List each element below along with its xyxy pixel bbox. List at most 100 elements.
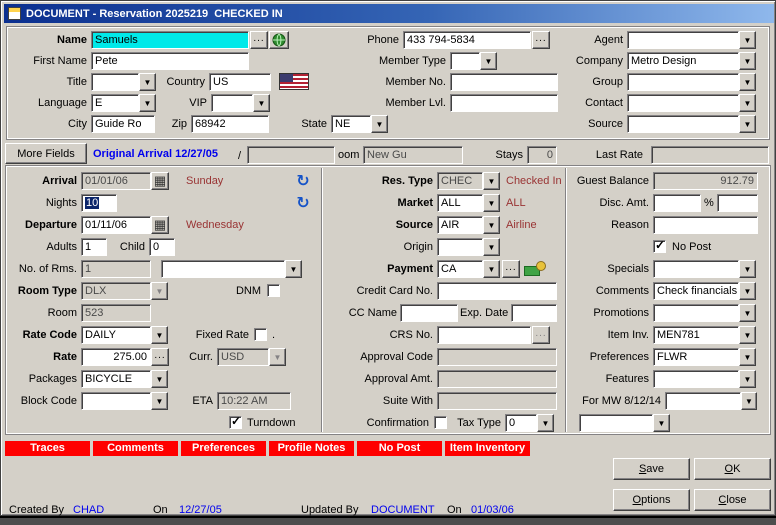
features-input[interactable] bbox=[653, 370, 739, 388]
disc-amt-input[interactable] bbox=[653, 194, 701, 212]
origin-input[interactable] bbox=[437, 238, 483, 256]
block-code-dropdown-button[interactable]: ▼ bbox=[151, 392, 168, 410]
origin-dropdown-button[interactable]: ▼ bbox=[483, 238, 500, 256]
title-input[interactable] bbox=[91, 73, 139, 91]
contact-dropdown-button[interactable]: ▼ bbox=[739, 94, 756, 112]
profile-notes-button[interactable]: Profile Notes bbox=[269, 441, 354, 456]
booking-source-input[interactable]: AIR bbox=[437, 216, 483, 234]
more-fields-button[interactable]: More Fields bbox=[5, 143, 87, 164]
preferences-dropdown-button[interactable]: ▼ bbox=[739, 348, 756, 366]
rate-code-input[interactable]: DAILY bbox=[81, 326, 151, 344]
phone-lookup-button[interactable]: ... bbox=[532, 31, 550, 49]
member-type-input[interactable] bbox=[450, 52, 480, 70]
language-input[interactable]: E bbox=[91, 94, 139, 112]
options-button[interactable]: Options bbox=[613, 489, 690, 511]
item-inv-dropdown-button[interactable]: ▼ bbox=[739, 326, 756, 344]
disc-pct-input[interactable] bbox=[717, 194, 758, 212]
reason-input[interactable] bbox=[653, 216, 758, 234]
tax-type-input[interactable]: 0 bbox=[505, 414, 537, 432]
vip-input[interactable] bbox=[211, 94, 253, 112]
for-mw-dropdown-button[interactable]: ▼ bbox=[741, 392, 757, 410]
no-post-button[interactable]: No Post bbox=[357, 441, 442, 456]
group-input[interactable] bbox=[627, 73, 739, 91]
payment-dropdown-button[interactable]: ▼ bbox=[483, 260, 500, 278]
language-dropdown-button[interactable]: ▼ bbox=[139, 94, 156, 112]
departure-input[interactable]: 01/11/06 bbox=[81, 216, 151, 234]
extra-combo-input[interactable] bbox=[579, 414, 653, 432]
specials-input[interactable] bbox=[653, 260, 739, 278]
nights-input[interactable]: 10 bbox=[81, 194, 117, 212]
refresh-rate-icon[interactable]: ↻ bbox=[293, 171, 313, 191]
state-dropdown-button[interactable]: ▼ bbox=[371, 115, 388, 133]
booking-source-dropdown-button[interactable]: ▼ bbox=[483, 216, 500, 234]
tax-type-dropdown-button[interactable]: ▼ bbox=[537, 414, 554, 432]
country-input[interactable]: US bbox=[209, 73, 271, 91]
phone-input[interactable]: 433 794-5834 bbox=[403, 31, 531, 49]
name-lookup-button[interactable]: ... bbox=[250, 31, 268, 49]
traces-button[interactable]: Traces bbox=[5, 441, 90, 456]
agent-input[interactable] bbox=[627, 31, 739, 49]
ok-button[interactable]: OK bbox=[694, 458, 771, 480]
comments-dropdown-button[interactable]: ▼ bbox=[739, 282, 756, 300]
rooms-combo-input[interactable] bbox=[161, 260, 285, 278]
company-input[interactable]: Metro Design bbox=[627, 52, 739, 70]
extra-combo-dropdown-button[interactable]: ▼ bbox=[653, 414, 670, 432]
credit-card-no-input[interactable] bbox=[437, 282, 557, 300]
confirmation-checkbox[interactable] bbox=[434, 416, 447, 429]
state-input[interactable]: NE bbox=[331, 115, 371, 133]
profile-globe-button[interactable] bbox=[269, 31, 289, 49]
member-type-dropdown-button[interactable]: ▼ bbox=[480, 52, 497, 70]
original-arrival-link[interactable]: Original Arrival 12/27/05 bbox=[93, 145, 243, 163]
child-input[interactable]: 0 bbox=[149, 238, 175, 256]
res-type-dropdown-button[interactable]: ▼ bbox=[483, 172, 500, 190]
block-code-input[interactable] bbox=[81, 392, 151, 410]
rate-code-dropdown-button[interactable]: ▼ bbox=[151, 326, 168, 344]
crs-no-input[interactable] bbox=[437, 326, 531, 344]
rate-lookup-button[interactable]: ... bbox=[151, 348, 169, 366]
turndown-checkbox[interactable] bbox=[229, 416, 242, 429]
promotions-dropdown-button[interactable]: ▼ bbox=[739, 304, 756, 322]
save-button[interactable]: Save bbox=[613, 458, 690, 480]
refresh-nights-icon[interactable]: ↻ bbox=[293, 193, 313, 213]
market-dropdown-button[interactable]: ▼ bbox=[483, 194, 500, 212]
departure-calendar-button[interactable]: ▦ bbox=[151, 216, 169, 234]
first-name-input[interactable]: Pete bbox=[91, 52, 249, 70]
title-dropdown-button[interactable]: ▼ bbox=[139, 73, 156, 91]
contact-input[interactable] bbox=[627, 94, 739, 112]
payment-lookup-button[interactable]: ... bbox=[502, 260, 520, 278]
comments-input[interactable]: Check financials bbox=[653, 282, 739, 300]
comments-button[interactable]: Comments bbox=[93, 441, 178, 456]
preferences-button[interactable]: Preferences bbox=[181, 441, 266, 456]
cc-name-input[interactable] bbox=[400, 304, 458, 322]
item-inventory-button[interactable]: Item Inventory bbox=[445, 441, 530, 456]
preferences-input[interactable]: FLWR bbox=[653, 348, 739, 366]
close-button[interactable]: Close bbox=[694, 489, 771, 511]
group-dropdown-button[interactable]: ▼ bbox=[739, 73, 756, 91]
features-dropdown-button[interactable]: ▼ bbox=[739, 370, 756, 388]
payment-input[interactable]: CA bbox=[437, 260, 483, 278]
zip-input[interactable]: 68942 bbox=[191, 115, 269, 133]
packages-dropdown-button[interactable]: ▼ bbox=[151, 370, 168, 388]
rate-input[interactable]: 275.00 bbox=[81, 348, 151, 366]
rooms-combo-dropdown-button[interactable]: ▼ bbox=[285, 260, 302, 278]
source-input[interactable] bbox=[627, 115, 739, 133]
no-post-checkbox[interactable] bbox=[653, 240, 666, 253]
specials-dropdown-button[interactable]: ▼ bbox=[739, 260, 756, 278]
city-input[interactable]: Guide Ro bbox=[91, 115, 155, 133]
company-dropdown-button[interactable]: ▼ bbox=[739, 52, 756, 70]
promotions-input[interactable] bbox=[653, 304, 739, 322]
agent-dropdown-button[interactable]: ▼ bbox=[739, 31, 756, 49]
dnm-checkbox[interactable] bbox=[267, 284, 280, 297]
name-input[interactable]: Samuels bbox=[91, 31, 249, 49]
exp-date-input[interactable] bbox=[511, 304, 557, 322]
for-mw-input[interactable] bbox=[665, 392, 741, 410]
adults-input[interactable]: 1 bbox=[81, 238, 107, 256]
item-inv-input[interactable]: MEN781 bbox=[653, 326, 739, 344]
vip-dropdown-button[interactable]: ▼ bbox=[253, 94, 270, 112]
packages-input[interactable]: BICYCLE bbox=[81, 370, 151, 388]
member-lvl-input[interactable] bbox=[450, 94, 558, 112]
member-no-input[interactable] bbox=[450, 73, 558, 91]
source-dropdown-button[interactable]: ▼ bbox=[739, 115, 756, 133]
market-input[interactable]: ALL bbox=[437, 194, 483, 212]
arrival-calendar-button[interactable]: ▦ bbox=[151, 172, 169, 190]
